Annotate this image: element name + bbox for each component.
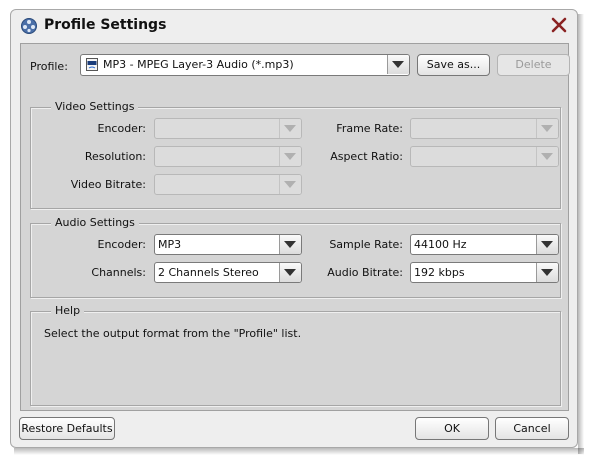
sample-rate-value: 44100 Hz: [414, 238, 467, 251]
profile-select[interactable]: MP3 - MPEG Layer-3 Audio (*.mp3): [80, 54, 410, 76]
profile-dropdown-arrow[interactable]: [387, 55, 409, 74]
channels-select[interactable]: 2 Channels Stereo: [154, 262, 302, 283]
channels-label: Channels:: [91, 266, 146, 279]
title-bar[interactable]: Profile Settings: [11, 10, 577, 42]
save-as-button[interactable]: Save as...: [417, 54, 490, 76]
resolution-select[interactable]: [154, 146, 302, 167]
ok-button[interactable]: OK: [415, 417, 489, 440]
frame-rate-select[interactable]: [410, 118, 559, 139]
aspect-ratio-label: Aspect Ratio:: [330, 150, 403, 163]
film-reel-icon: [21, 18, 37, 34]
mp3-file-icon: [86, 58, 98, 71]
aspect-ratio-select[interactable]: [410, 146, 559, 167]
video-encoder-label: Encoder:: [97, 122, 147, 135]
resolution-label: Resolution:: [84, 150, 146, 163]
audio-bitrate-select[interactable]: 192 kbps: [410, 262, 559, 283]
audio-bitrate-value: 192 kbps: [414, 266, 465, 279]
delete-button[interactable]: Delete: [497, 54, 570, 76]
sample-rate-label: Sample Rate:: [329, 238, 403, 251]
restore-defaults-button[interactable]: Restore Defaults: [19, 417, 115, 440]
channels-value: 2 Channels Stereo: [158, 266, 259, 279]
video-bitrate-label: Video Bitrate:: [70, 178, 146, 191]
profile-settings-window: Profile Settings Profile: MP3 - MPEG Lay…: [10, 9, 578, 448]
video-settings-title: Video Settings: [51, 100, 139, 113]
audio-encoder-label: Encoder:: [97, 238, 147, 251]
audio-encoder-select[interactable]: MP3: [154, 234, 302, 255]
sample-rate-select[interactable]: 44100 Hz: [410, 234, 559, 255]
audio-bitrate-label: Audio Bitrate:: [327, 266, 403, 279]
help-text: Select the output format from the "Profi…: [44, 327, 302, 340]
frame-rate-label: Frame Rate:: [336, 122, 403, 135]
audio-settings-title: Audio Settings: [51, 216, 139, 229]
audio-encoder-value: MP3: [158, 238, 182, 251]
settings-panel: Profile: MP3 - MPEG Layer-3 Audio (*.mp3…: [20, 43, 570, 411]
profile-value: MP3 - MPEG Layer-3 Audio (*.mp3): [103, 58, 294, 71]
help-title: Help: [51, 304, 85, 317]
window-title: Profile Settings: [44, 17, 167, 33]
close-icon[interactable]: [550, 16, 568, 34]
help-group: Help: [30, 304, 561, 406]
cancel-button[interactable]: Cancel: [495, 417, 569, 440]
video-bitrate-select[interactable]: [154, 174, 302, 195]
video-encoder-select[interactable]: [154, 118, 302, 139]
profile-label: Profile:: [30, 60, 68, 73]
